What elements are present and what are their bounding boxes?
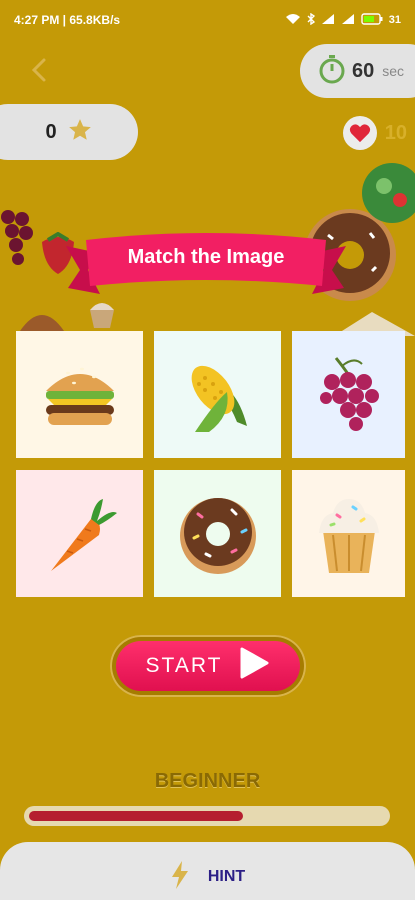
timer-unit: sec — [382, 63, 405, 79]
tile-carrot[interactable] — [16, 470, 143, 597]
grapes-decoration — [0, 205, 38, 280]
corn-icon — [191, 365, 247, 432]
banner-title: Match the Image — [127, 246, 285, 268]
level-progress — [24, 806, 390, 826]
start-label: START — [145, 654, 223, 677]
timer-value: 60 — [352, 59, 375, 82]
tile-donut[interactable] — [154, 470, 281, 597]
title-banner: Match the Image — [66, 232, 346, 298]
signal-icon — [321, 13, 335, 28]
start-button-frame: START — [110, 635, 306, 697]
battery-icon — [361, 12, 383, 28]
bluetooth-icon — [307, 12, 315, 28]
score-value: 0 — [45, 120, 57, 143]
timer: 60 sec — [300, 44, 415, 98]
level-progress-fill — [29, 811, 243, 821]
wifi-icon — [285, 13, 301, 28]
signal-icon-2 — [341, 13, 355, 28]
status-icons: 31 — [285, 12, 401, 28]
stopwatch-icon — [318, 54, 346, 89]
burger-icon — [45, 367, 114, 425]
start-button[interactable]: START — [116, 641, 300, 691]
battery-percent: 31 — [388, 14, 401, 26]
lightning-icon — [170, 860, 190, 895]
hint-label: HINT — [207, 868, 246, 885]
tile-burger[interactable] — [16, 331, 143, 458]
play-icon — [236, 646, 270, 686]
lives: 10 — [342, 116, 407, 150]
back-button[interactable] — [28, 56, 52, 84]
tile-cupcake[interactable] — [292, 470, 405, 597]
lives-value: 10 — [384, 121, 407, 144]
hint-button[interactable]: HINT — [0, 842, 415, 900]
heart-icon — [342, 116, 377, 150]
donut-icon — [179, 497, 256, 574]
star-icon — [67, 117, 93, 148]
carrot-icon — [50, 498, 117, 571]
card-grid — [16, 331, 406, 598]
cupcake-icon — [318, 498, 379, 573]
grapes-icon — [319, 356, 379, 431]
cupcake-decoration — [86, 296, 118, 335]
status-bar: 4:27 PM | 65.8KB/s 31 — [0, 0, 415, 40]
salad-decoration — [362, 160, 415, 231]
tile-corn[interactable] — [154, 331, 281, 458]
status-time: 4:27 PM | 65.8KB/s — [14, 13, 121, 27]
tile-grapes[interactable] — [292, 331, 405, 458]
level-label: BEGINNER — [154, 770, 261, 792]
score: 0 — [0, 104, 138, 160]
